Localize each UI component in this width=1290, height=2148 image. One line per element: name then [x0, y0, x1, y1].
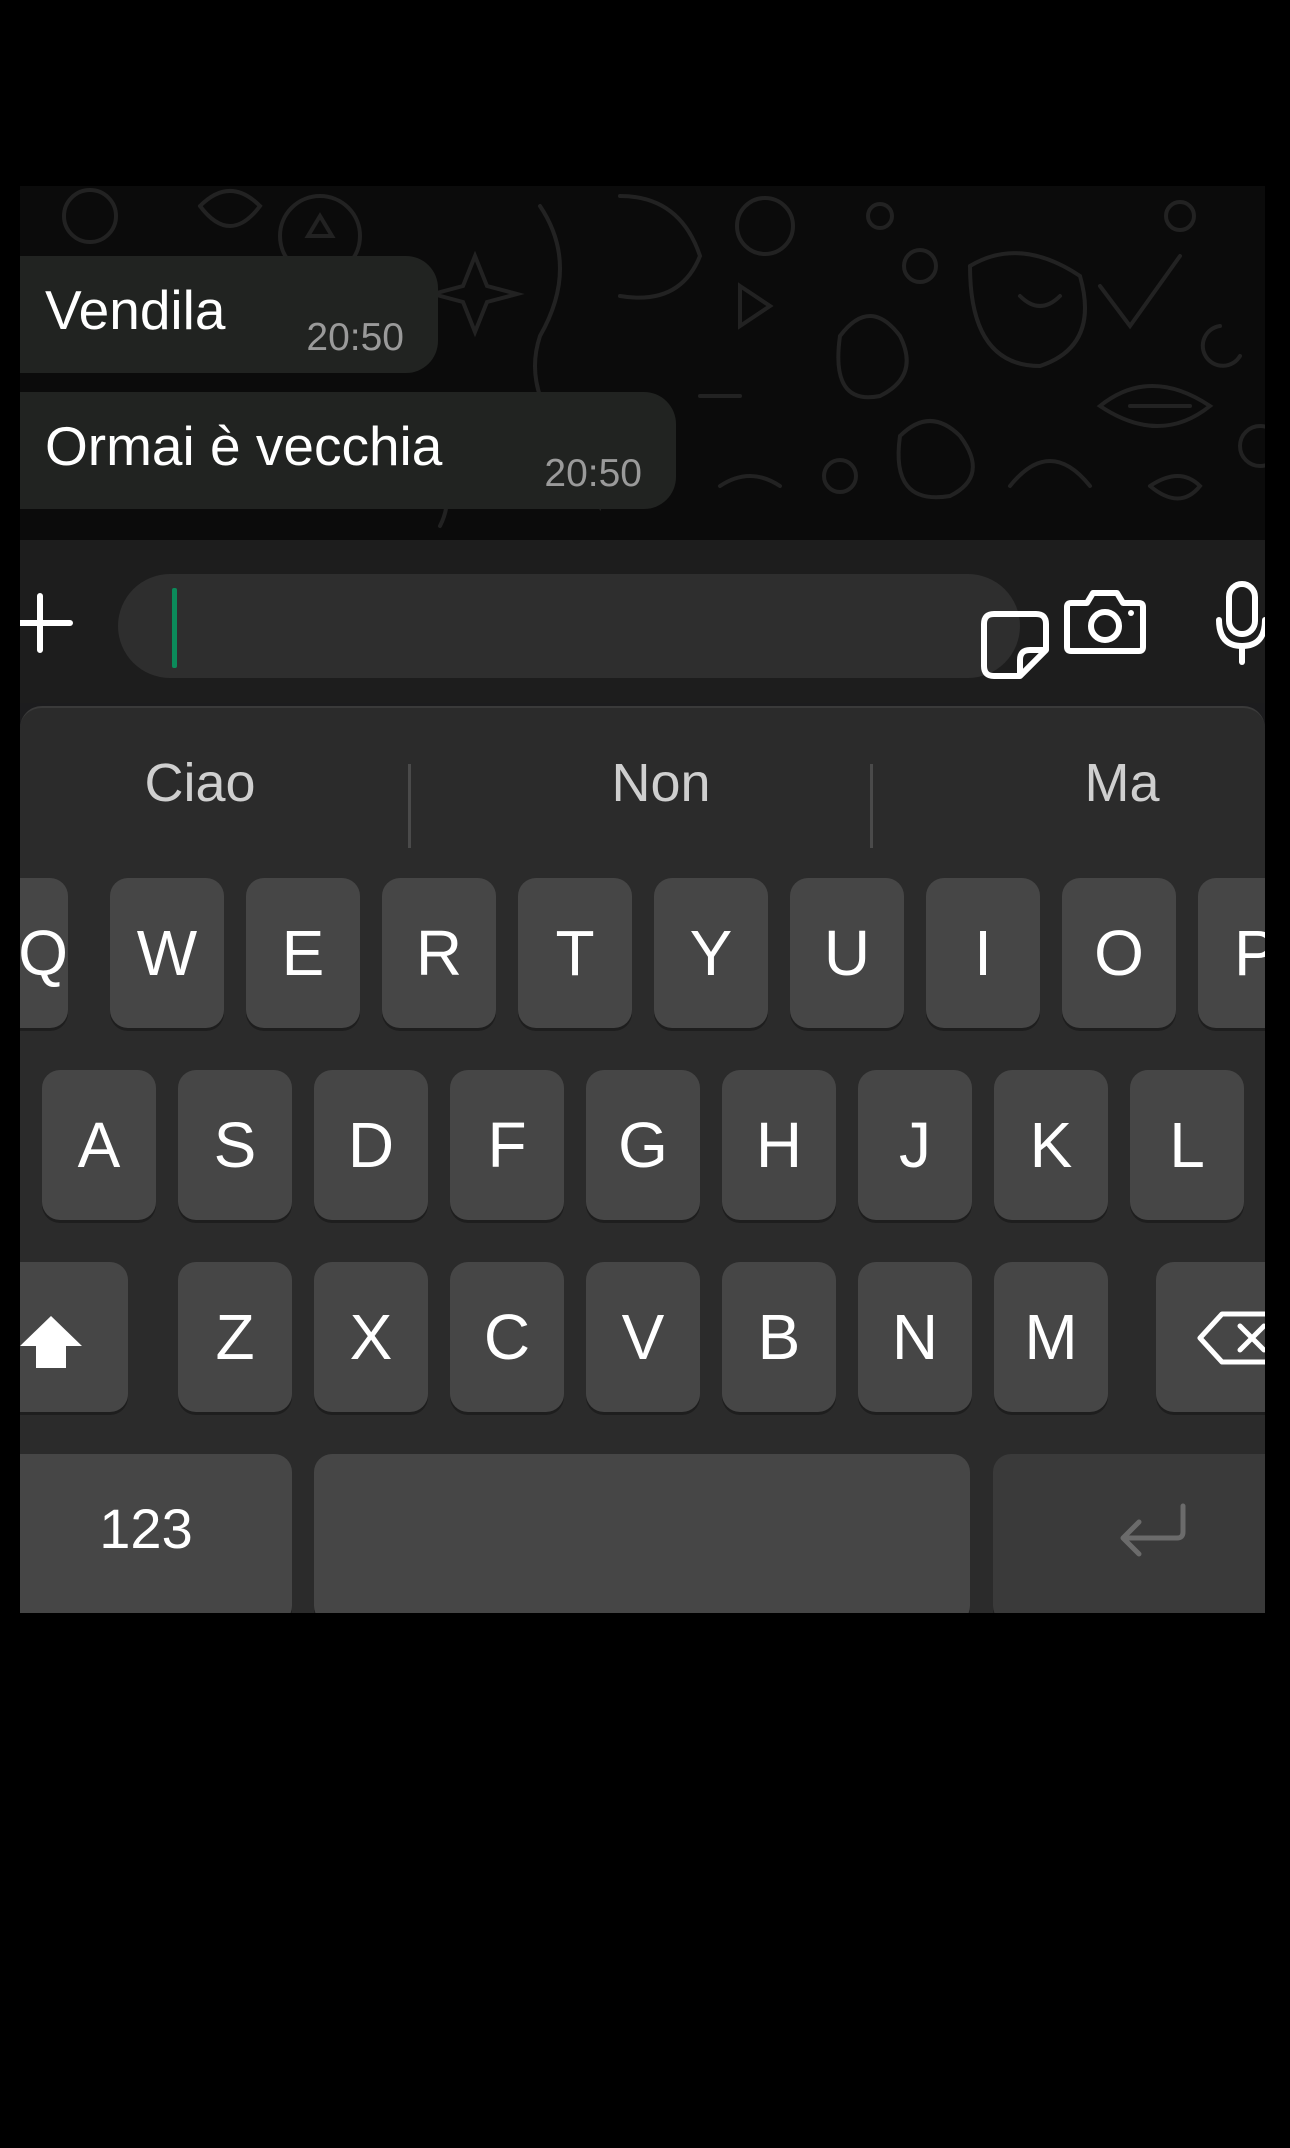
key-d[interactable]: D [314, 1070, 428, 1220]
key-y[interactable]: Y [654, 878, 768, 1028]
key-b[interactable]: B [722, 1262, 836, 1412]
key-h[interactable]: H [722, 1070, 836, 1220]
numbers-key[interactable]: 123 [20, 1454, 292, 1613]
text-caret [172, 588, 177, 668]
key-e[interactable]: E [246, 878, 360, 1028]
key-k[interactable]: K [994, 1070, 1108, 1220]
message-bubble[interactable]: Ormai è vecchia 20:50 [20, 392, 676, 509]
suggestion-item[interactable]: Ciao [50, 728, 350, 838]
message-input-bar [20, 540, 1265, 703]
key-c[interactable]: C [450, 1262, 564, 1412]
key-m[interactable]: M [994, 1262, 1108, 1412]
key-u[interactable]: U [790, 878, 904, 1028]
message-text: Ormai è vecchia [45, 415, 443, 477]
key-a[interactable]: A [42, 1070, 156, 1220]
key-o[interactable]: O [1062, 878, 1176, 1028]
key-r[interactable]: R [382, 878, 496, 1028]
backspace-key[interactable] [1156, 1262, 1265, 1412]
suggestion-bar: Ciao Non Ma [20, 728, 1265, 848]
sticker-icon[interactable] [980, 610, 1050, 680]
key-l[interactable]: L [1130, 1070, 1244, 1220]
message-time: 20:50 [306, 316, 404, 359]
backspace-icon [1197, 1311, 1265, 1365]
key-z[interactable]: Z [178, 1262, 292, 1412]
return-icon [1120, 1503, 1186, 1557]
key-g[interactable]: G [586, 1070, 700, 1220]
message-bubble[interactable]: Vendila 20:50 [20, 256, 438, 373]
message-text: Vendila [45, 279, 226, 341]
key-n[interactable]: N [858, 1262, 972, 1412]
suggestion-divider [870, 764, 873, 848]
phone-screen: Vendila 20:50 Ormai è vecchia 20:50 Ciao… [20, 186, 1265, 1613]
key-q[interactable]: Q [20, 878, 68, 1028]
shift-icon [20, 1316, 82, 1368]
plus-icon[interactable] [20, 588, 80, 658]
chat-area: Vendila 20:50 Ormai è vecchia 20:50 [20, 186, 1265, 540]
key-f[interactable]: F [450, 1070, 564, 1220]
key-j[interactable]: J [858, 1070, 972, 1220]
suggestion-item[interactable]: Ma [972, 728, 1265, 838]
key-s[interactable]: S [178, 1070, 292, 1220]
camera-icon[interactable] [1063, 589, 1147, 655]
keyboard: Ciao Non Ma Q W E R T Y U I O P A S D F … [20, 706, 1265, 1613]
key-p[interactable]: P [1198, 878, 1265, 1028]
shift-key[interactable] [20, 1262, 128, 1412]
key-w[interactable]: W [110, 878, 224, 1028]
key-t[interactable]: T [518, 878, 632, 1028]
message-time: 20:50 [544, 452, 642, 495]
suggestion-divider [408, 764, 411, 848]
space-key[interactable] [314, 1454, 970, 1613]
suggestion-item[interactable]: Non [511, 728, 811, 838]
key-x[interactable]: X [314, 1262, 428, 1412]
key-i[interactable]: I [926, 878, 1040, 1028]
microphone-icon[interactable] [1215, 580, 1265, 666]
key-v[interactable]: V [586, 1262, 700, 1412]
return-key[interactable] [993, 1454, 1265, 1613]
message-input[interactable] [118, 574, 1049, 679]
